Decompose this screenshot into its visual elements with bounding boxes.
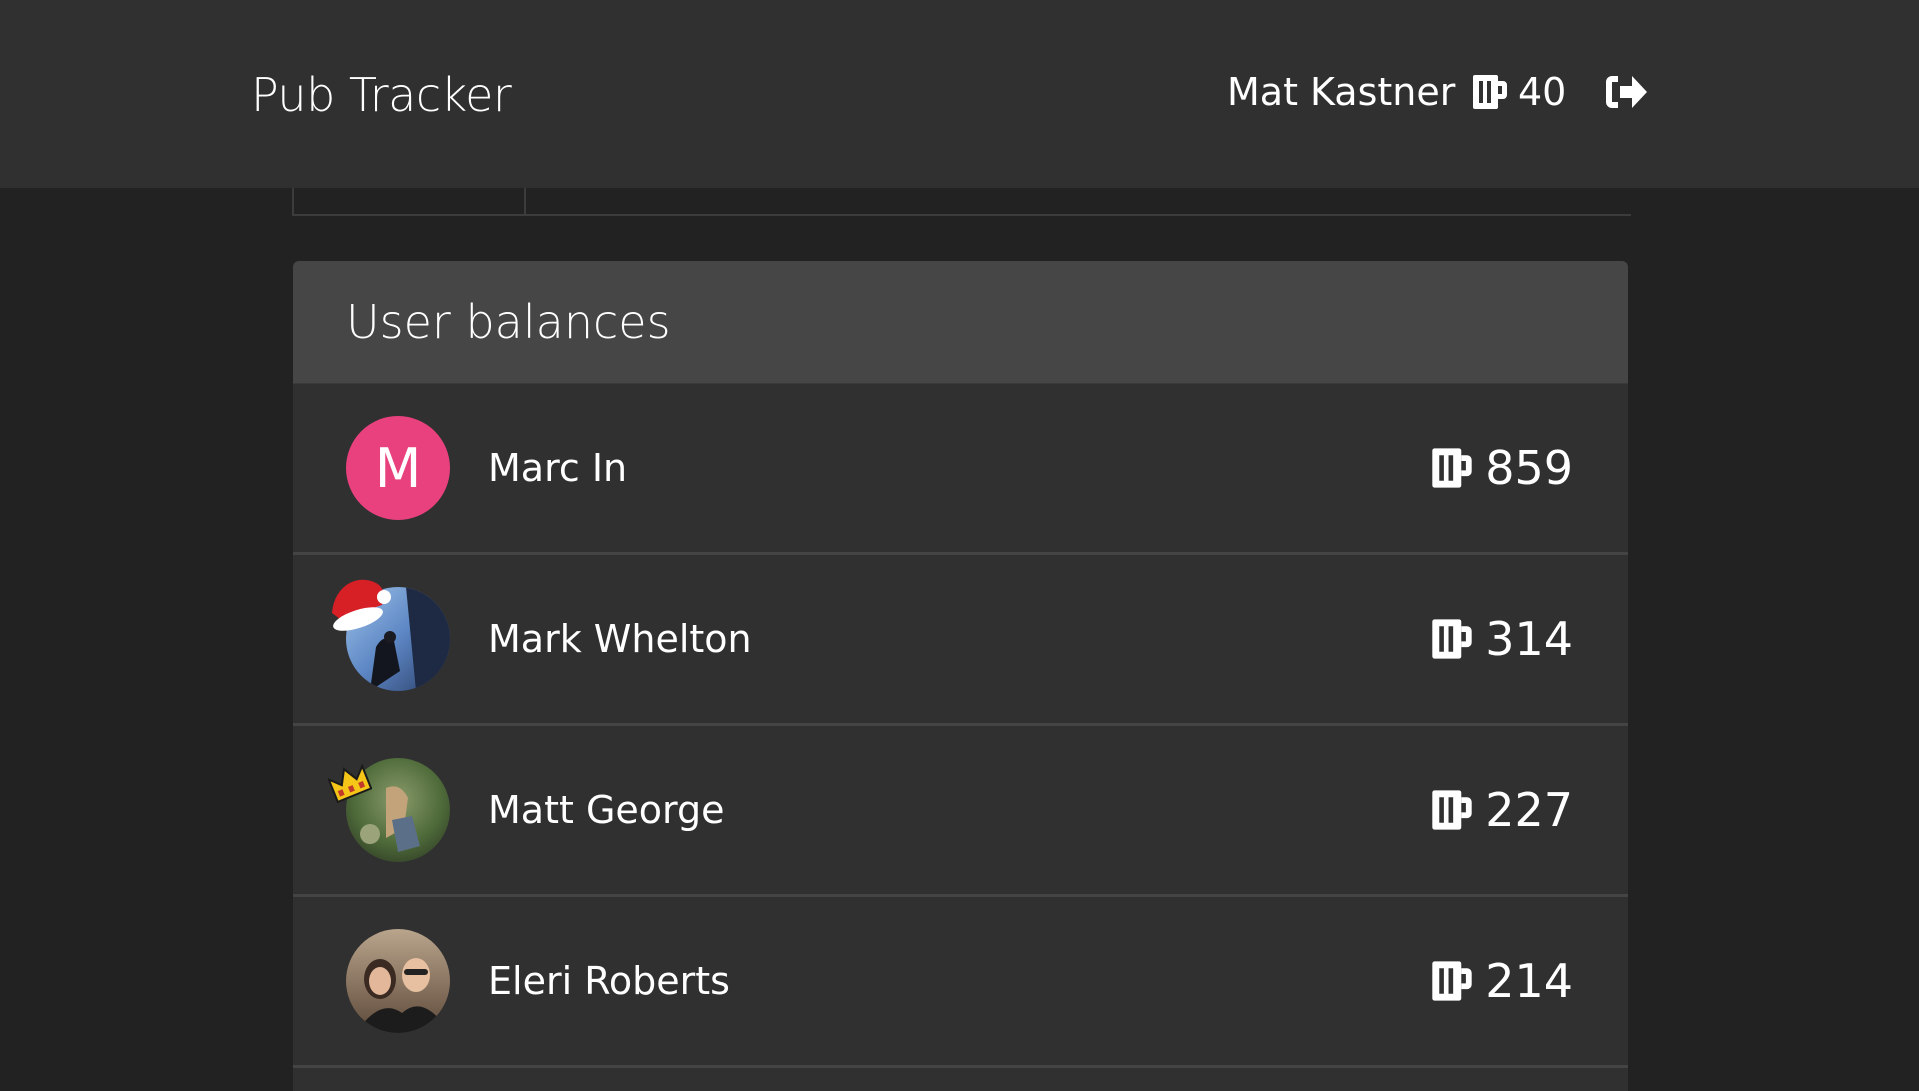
current-user-balance-value: 40 — [1518, 70, 1567, 114]
panel-title: User balances — [346, 295, 671, 349]
sign-out-icon[interactable] — [1604, 72, 1648, 112]
user-name: Mark Whelton — [488, 617, 752, 661]
beer-mug-icon — [1473, 75, 1507, 109]
balance-value: 859 — [1485, 441, 1573, 495]
tab-active[interactable] — [292, 188, 526, 214]
user-row[interactable]: M Marc In 859 — [293, 384, 1628, 555]
user-name: Marc In — [488, 446, 628, 490]
user-balance: 859 — [1429, 441, 1573, 495]
beer-mug-icon — [1432, 619, 1472, 659]
santa-hat-icon — [332, 579, 391, 631]
brand-title[interactable]: Pub Tracker — [251, 66, 512, 124]
user-row[interactable]: Eleri Roberts 214 — [293, 897, 1628, 1068]
user-row[interactable]: Matt George 227 — [293, 726, 1628, 897]
user-row[interactable]: Mark Whelton 314 — [293, 555, 1628, 726]
balance-value: 214 — [1485, 954, 1573, 1008]
crown-icon — [328, 763, 372, 804]
beer-mug-icon — [1432, 961, 1472, 1001]
user-name: Eleri Roberts — [488, 959, 730, 1003]
panel-heading: User balances — [293, 261, 1628, 384]
current-user-balance[interactable]: 40 — [1472, 66, 1566, 118]
user-balance: 214 — [1429, 954, 1573, 1008]
avatar — [346, 929, 450, 1033]
balance-value: 227 — [1485, 783, 1573, 837]
avatar-initial: M — [374, 436, 422, 500]
avatar: M — [346, 416, 450, 520]
beer-mug-icon — [1432, 448, 1472, 488]
avatar — [328, 758, 450, 862]
user-balance: 314 — [1429, 612, 1573, 666]
navbar: Pub Tracker Mat Kastner 40 — [0, 0, 1919, 188]
avatar — [332, 579, 450, 691]
current-user-name[interactable]: Mat Kastner — [1227, 66, 1455, 118]
user-balance: 227 — [1429, 783, 1573, 837]
user-name: Matt George — [488, 788, 725, 832]
user-balances-panel: User balances M Marc In 859 Mark Whelton… — [293, 261, 1628, 1091]
profile-photo — [346, 929, 450, 1033]
beer-mug-icon — [1432, 790, 1472, 830]
balance-value: 314 — [1485, 612, 1573, 666]
tabs-strip — [292, 188, 1631, 216]
